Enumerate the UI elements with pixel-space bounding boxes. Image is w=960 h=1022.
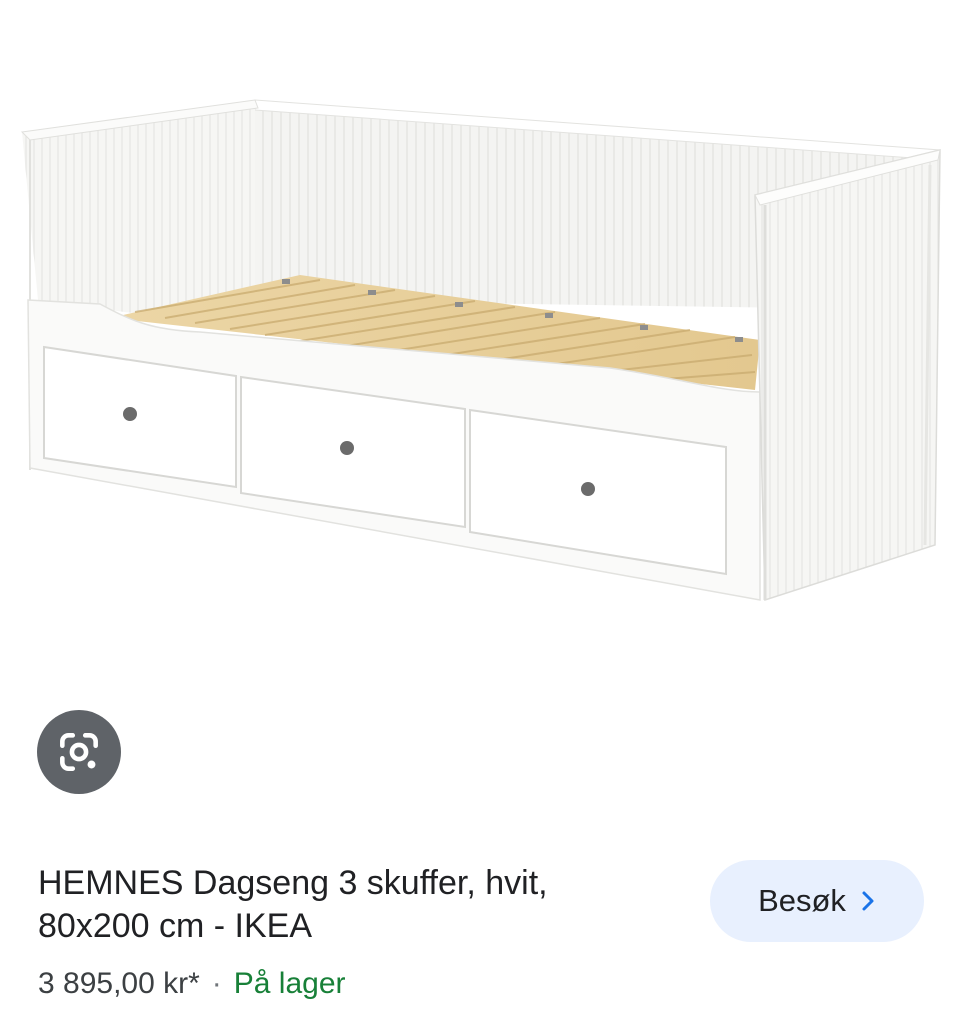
stock-status: På lager xyxy=(233,967,346,1000)
price: 3 895,00 kr* xyxy=(38,967,200,1000)
meta-separator: · xyxy=(211,967,222,1000)
google-lens-button[interactable] xyxy=(37,710,121,794)
visit-button-label: Besøk xyxy=(758,883,846,918)
result-meta: 3 895,00 kr* · På lager xyxy=(38,964,346,1004)
result-title[interactable]: HEMNES Dagseng 3 skuffer, hvit, 80x200 c… xyxy=(38,862,658,948)
visit-button[interactable]: Besøk xyxy=(710,860,924,942)
daybed-illustration xyxy=(20,99,941,602)
chevron-right-icon xyxy=(860,890,876,912)
product-image[interactable] xyxy=(0,0,960,680)
google-lens-icon xyxy=(60,733,98,771)
